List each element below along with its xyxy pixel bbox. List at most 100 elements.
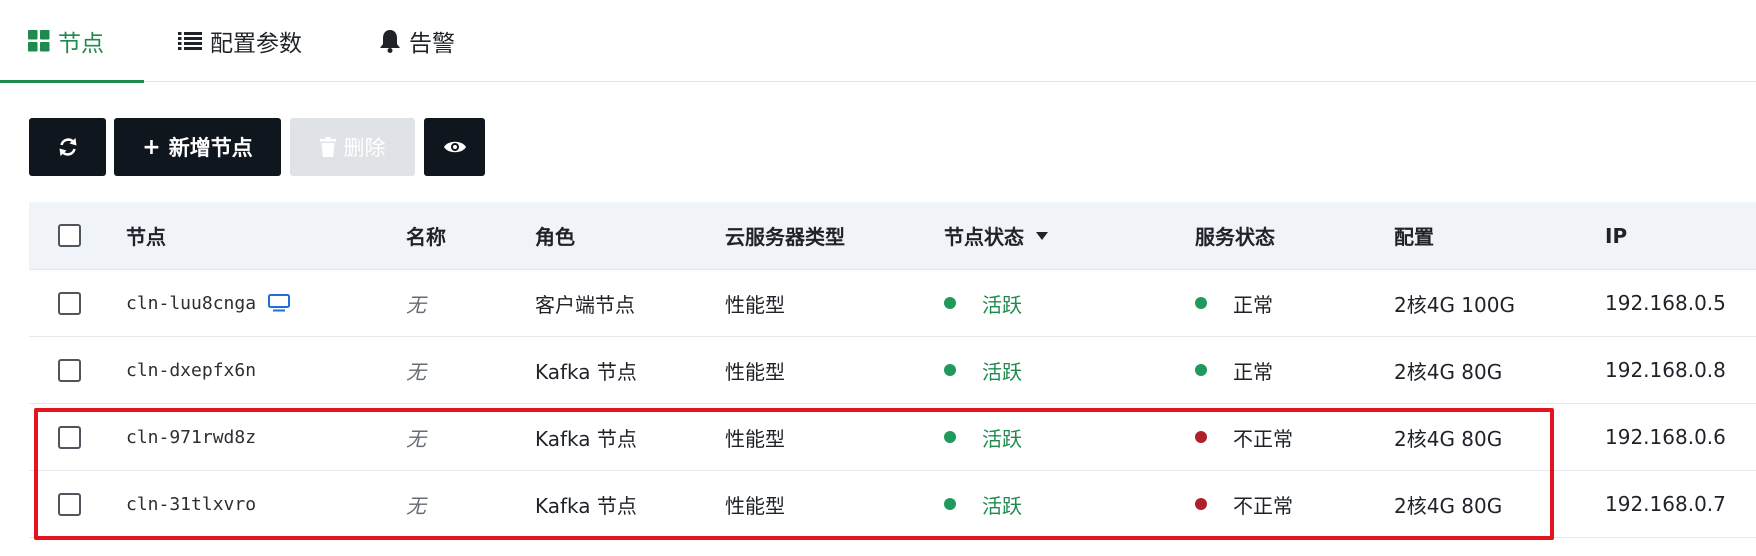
node-id[interactable]: cln-971rwd8z [126,427,256,448]
node-status-cell: 活跃 [944,337,1022,403]
node-status-cell: 活跃 [944,270,1022,336]
node-status: 活跃 [982,292,1022,317]
status-dot [1195,498,1207,510]
row-select-cell [58,471,81,537]
delete-button[interactable]: 删除 [290,118,415,176]
node-status: 活跃 [982,426,1022,451]
row-checkbox[interactable] [58,358,81,382]
node-status-cell: 活跃 [944,471,1022,537]
node-id-cell: cln-971rwd8z [126,404,256,470]
header-name[interactable]: 名称 [406,202,446,269]
status-dot [1195,364,1207,376]
node-name: 无 [406,426,426,451]
server-type: 性能型 [725,426,785,451]
delete-label: 删除 [343,136,386,160]
service-status-cell: 不正常 [1195,471,1293,537]
node-ip: 192.168.0.5 [1605,291,1726,315]
node-ip: 192.168.0.8 [1605,358,1726,382]
table-row[interactable]: cln-31tlxvro 无 Kafka 节点 性能型 活跃 不正常 2核4G 80G 192… [29,471,1756,538]
service-status: 正常 [1233,359,1273,384]
header-server-type[interactable]: 云服务器类型 [725,202,845,269]
status-dot [1195,297,1207,309]
refresh-icon [57,136,79,158]
node-name: 无 [406,292,426,317]
tab-config-params-label: 配置参数 [210,31,302,57]
tab-bar: 节点 配置参数 告警 [0,0,1756,83]
sort-desc-icon[interactable] [1036,231,1048,240]
node-role: 客户端节点 [535,292,635,317]
row-select-cell [58,404,81,470]
add-node-label: 新增节点 [168,136,253,160]
eye-icon [443,139,467,155]
node-status-cell: 活跃 [944,404,1022,470]
refresh-button[interactable] [29,118,106,176]
tab-alerts[interactable]: 告警 [379,0,455,82]
active-tab-indicator [0,80,144,83]
nodes-table: 节点 名称 角色 云服务器类型 节点状态 服务状态 配置 IP cln-luu8… [29,202,1756,538]
table-body: cln-luu8cnga 无客户端节点 性能型 活跃 正常 2核4G 100G 192.16… [29,270,1756,538]
node-name: 无 [406,493,426,518]
add-node-button[interactable]: + 新增节点 [114,118,281,176]
node-id[interactable]: cln-dxepfx6n [126,360,256,381]
row-checkbox[interactable] [58,425,81,449]
header-node-status[interactable]: 节点状态 [944,202,1048,269]
service-status-cell: 正常 [1195,270,1273,336]
tab-nodes-label: 节点 [58,31,104,57]
server-type: 性能型 [725,359,785,384]
node-role: Kafka 节点 [535,426,637,451]
node-id[interactable]: cln-31tlxvro [126,494,256,515]
trash-icon [319,137,336,157]
status-dot [944,431,956,443]
node-id[interactable]: cln-luu8cnga [126,293,256,314]
tab-config-params[interactable]: 配置参数 [178,0,302,82]
header-node-status-label: 节点状态 [944,225,1024,249]
service-status-cell: 正常 [1195,337,1273,403]
node-id-cell: cln-luu8cnga [126,270,291,336]
header-ip[interactable]: IP [1605,202,1627,269]
row-select-cell [58,337,81,403]
header-service-status[interactable]: 服务状态 [1195,202,1275,269]
node-id-cell: cln-31tlxvro [126,471,256,537]
status-dot [944,498,956,510]
node-status: 活跃 [982,493,1022,518]
plus-icon: + [142,134,161,160]
node-ip: 192.168.0.6 [1605,425,1726,449]
node-status: 活跃 [982,359,1022,384]
bell-icon [379,29,401,53]
table-row[interactable]: cln-luu8cnga 无 客户端节点 性能型 活跃 正常 2核4G 100G 192.16… [29,270,1756,337]
tab-nodes[interactable]: 节点 [28,0,104,82]
row-checkbox[interactable] [58,492,81,516]
view-toggle-button[interactable] [424,118,485,176]
service-status: 不正常 [1233,493,1293,518]
node-config: 2核4G 80G [1394,426,1503,451]
table-row[interactable]: cln-971rwd8z 无 Kafka 节点 性能型 活跃 不正常 2核4G 80G 192… [29,404,1756,471]
header-role[interactable]: 角色 [535,202,575,269]
node-ip: 192.168.0.7 [1605,492,1726,516]
service-status-cell: 不正常 [1195,404,1293,470]
node-config: 2核4G 80G [1394,359,1503,384]
node-config: 2核4G 100G [1394,292,1515,317]
service-status: 不正常 [1233,426,1293,451]
node-name: 无 [406,359,426,384]
header-config[interactable]: 配置 [1394,202,1434,269]
table-header: 节点 名称 角色 云服务器类型 节点状态 服务状态 配置 IP [29,202,1756,270]
tab-alerts-label: 告警 [409,31,455,57]
select-all-cell [58,202,81,269]
monitor-icon[interactable] [268,294,291,312]
node-role: Kafka 节点 [535,359,637,384]
node-role: Kafka 节点 [535,493,637,518]
list-icon [178,31,202,51]
row-checkbox[interactable] [58,291,81,315]
node-id-cell: cln-dxepfx6n [126,337,256,403]
select-all-checkbox[interactable] [58,224,81,247]
status-dot [1195,431,1207,443]
grid-icon [28,30,50,52]
table-row[interactable]: cln-dxepfx6n 无 Kafka 节点 性能型 活跃 正常 2核4G 80G 192.… [29,337,1756,404]
service-status: 正常 [1233,292,1273,317]
row-select-cell [58,270,81,336]
status-dot [944,364,956,376]
server-type: 性能型 [725,493,785,518]
node-config: 2核4G 80G [1394,493,1503,518]
server-type: 性能型 [725,292,785,317]
header-node[interactable]: 节点 [126,202,166,269]
